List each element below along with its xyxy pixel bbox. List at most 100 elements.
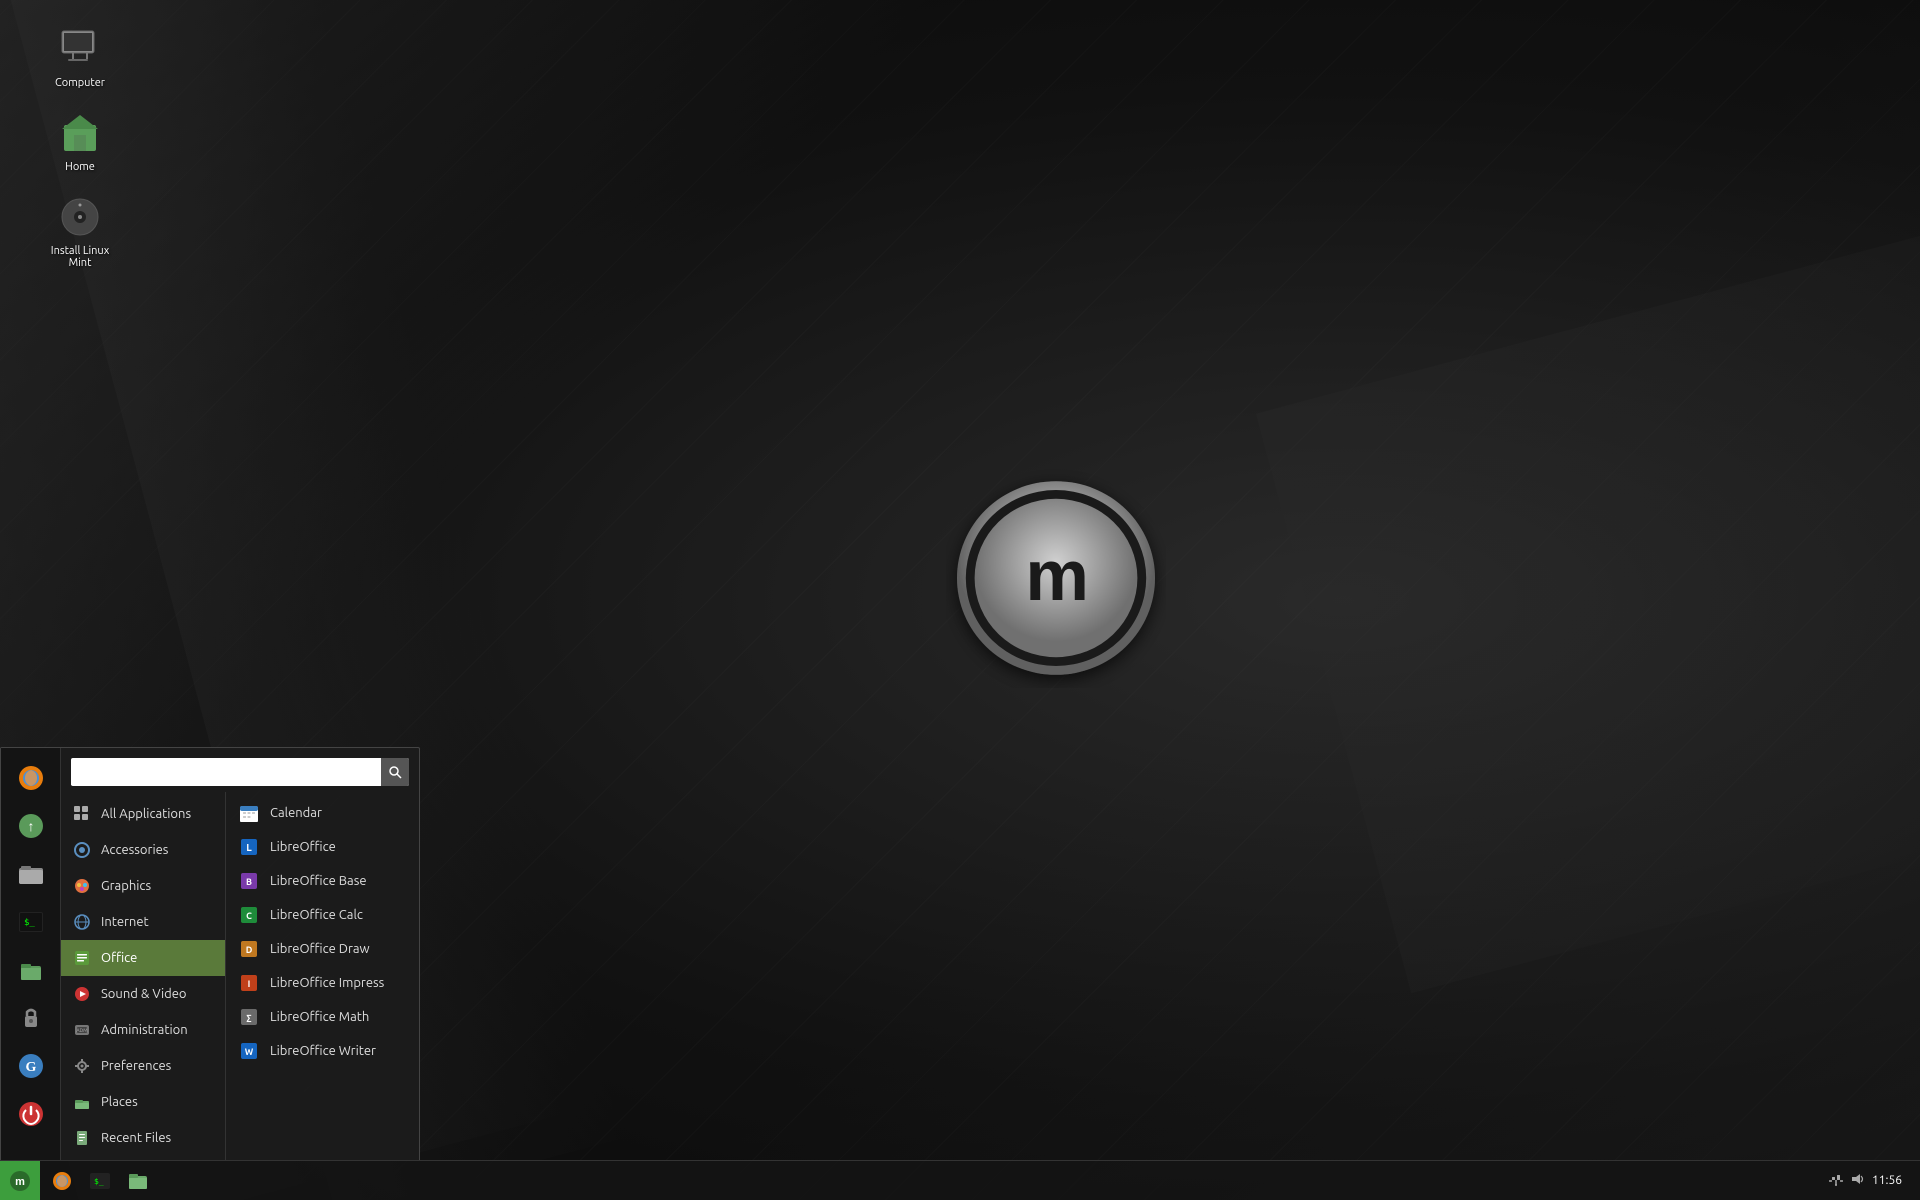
lo-impress-label: LibreOffice Impress (270, 976, 384, 990)
category-recent[interactable]: Recent Files (61, 1120, 225, 1156)
search-input[interactable] (71, 760, 381, 785)
category-all-label: All Applications (101, 807, 191, 821)
sound-video-icon (71, 983, 93, 1005)
home-label: Home (65, 161, 95, 173)
home-icon (56, 109, 104, 157)
lo-calc-icon: C (238, 904, 260, 926)
search-area (61, 748, 419, 792)
app-lo-base[interactable]: B LibreOffice Base (226, 864, 419, 898)
category-accessories[interactable]: Accessories (61, 832, 225, 868)
category-admin[interactable]: ADM Administration (61, 1012, 225, 1048)
sidebar-terminal[interactable]: $_ (9, 900, 53, 944)
diag-panel-3 (1256, 207, 1920, 994)
install-label: Install Linux Mint (45, 245, 115, 269)
desktop-icon-computer[interactable]: Computer (40, 20, 120, 94)
category-accessories-label: Accessories (101, 843, 168, 857)
graphics-icon (71, 875, 93, 897)
svg-text:D: D (246, 945, 253, 955)
category-places-label: Places (101, 1095, 138, 1109)
svg-text:I: I (248, 979, 251, 989)
menu-sidebar: ↑ $_ (1, 748, 61, 1160)
sidebar-grub[interactable]: G (9, 1044, 53, 1088)
computer-label: Computer (55, 77, 105, 89)
taskbar: m $_ (0, 1160, 1920, 1200)
category-graphics-label: Graphics (101, 879, 151, 893)
desktop-icons: Computer Home (40, 20, 120, 274)
sidebar-mintupdate[interactable]: ↑ (9, 804, 53, 848)
volume-icon[interactable] (1850, 1171, 1866, 1190)
category-preferences[interactable]: Preferences (61, 1048, 225, 1084)
app-lo-math[interactable]: ∑ LibreOffice Math (226, 1000, 419, 1034)
lo-writer-label: LibreOffice Writer (270, 1044, 376, 1058)
svg-text:ADM: ADM (76, 1027, 87, 1033)
taskbar-clock[interactable]: 11:56 (1872, 1174, 1910, 1187)
search-button[interactable] (381, 758, 409, 786)
category-office-label: Office (101, 951, 137, 965)
svg-text:B: B (246, 877, 252, 887)
svg-text:m: m (15, 1176, 25, 1188)
lo-base-label: LibreOffice Base (270, 874, 367, 888)
lo-calc-label: LibreOffice Calc (270, 908, 363, 922)
lo-math-icon: ∑ (238, 1006, 260, 1028)
search-box (71, 758, 409, 786)
menu-body: All Applications Accessories (61, 792, 419, 1160)
svg-text:G: G (25, 1060, 36, 1075)
category-admin-label: Administration (101, 1023, 188, 1037)
lo-math-label: LibreOffice Math (270, 1010, 369, 1024)
recent-icon (71, 1127, 93, 1149)
apps-panel: Calendar L LibreOffice (226, 792, 419, 1160)
lo-base-icon: B (238, 870, 260, 892)
sidebar-power[interactable] (9, 1092, 53, 1136)
category-all[interactable]: All Applications (61, 796, 225, 832)
app-lo-writer[interactable]: W LibreOffice Writer (226, 1034, 419, 1068)
app-lo-calc[interactable]: C LibreOffice Calc (226, 898, 419, 932)
internet-icon (71, 911, 93, 933)
accessories-icon (71, 839, 93, 861)
menu-content: All Applications Accessories (61, 748, 419, 1160)
sidebar-files[interactable] (9, 852, 53, 896)
calendar-icon (238, 802, 260, 824)
libreoffice-label: LibreOffice (270, 840, 336, 854)
svg-text:L: L (246, 842, 252, 853)
app-lo-impress[interactable]: I LibreOffice Impress (226, 966, 419, 1000)
places-icon (71, 1091, 93, 1113)
lo-writer-icon: W (238, 1040, 260, 1062)
svg-text:C: C (246, 911, 252, 921)
app-libreoffice[interactable]: L LibreOffice (226, 830, 419, 864)
category-preferences-label: Preferences (101, 1059, 171, 1073)
sidebar-lock[interactable] (9, 996, 53, 1040)
svg-text:m: m (1025, 536, 1086, 616)
lo-draw-label: LibreOffice Draw (270, 942, 370, 956)
lo-impress-icon: I (238, 972, 260, 994)
desktop-icon-install[interactable]: Install Linux Mint (40, 188, 120, 274)
svg-text:∑: ∑ (247, 1013, 252, 1023)
desktop: m Computer (0, 0, 1920, 1200)
sidebar-home-folder[interactable] (9, 948, 53, 992)
libreoffice-icon: L (238, 836, 260, 858)
admin-icon: ADM (71, 1019, 93, 1041)
category-internet[interactable]: Internet (61, 904, 225, 940)
computer-icon (56, 25, 104, 73)
mint-logo: m (946, 468, 1166, 688)
category-internet-label: Internet (101, 915, 149, 929)
app-lo-draw[interactable]: D LibreOffice Draw (226, 932, 419, 966)
taskbar-items: $_ (40, 1163, 1828, 1199)
sidebar-firefox[interactable] (9, 756, 53, 800)
calendar-label: Calendar (270, 806, 322, 820)
taskbar-firefox[interactable] (44, 1163, 80, 1199)
lo-draw-icon: D (238, 938, 260, 960)
network-icon[interactable] (1828, 1171, 1844, 1190)
app-calendar[interactable]: Calendar (226, 796, 419, 830)
category-office[interactable]: Office (61, 940, 225, 976)
taskbar-start-button[interactable]: m (0, 1161, 40, 1200)
category-graphics[interactable]: Graphics (61, 868, 225, 904)
svg-text:$_: $_ (24, 918, 35, 928)
category-sound-video[interactable]: Sound & Video (61, 976, 225, 1012)
taskbar-systray: 11:56 (1828, 1171, 1920, 1190)
category-places[interactable]: Places (61, 1084, 225, 1120)
taskbar-terminal[interactable]: $_ (82, 1163, 118, 1199)
taskbar-files[interactable] (120, 1163, 156, 1199)
desktop-icon-home[interactable]: Home (40, 104, 120, 178)
svg-text:$_: $_ (94, 1177, 104, 1186)
svg-text:W: W (245, 1047, 254, 1057)
